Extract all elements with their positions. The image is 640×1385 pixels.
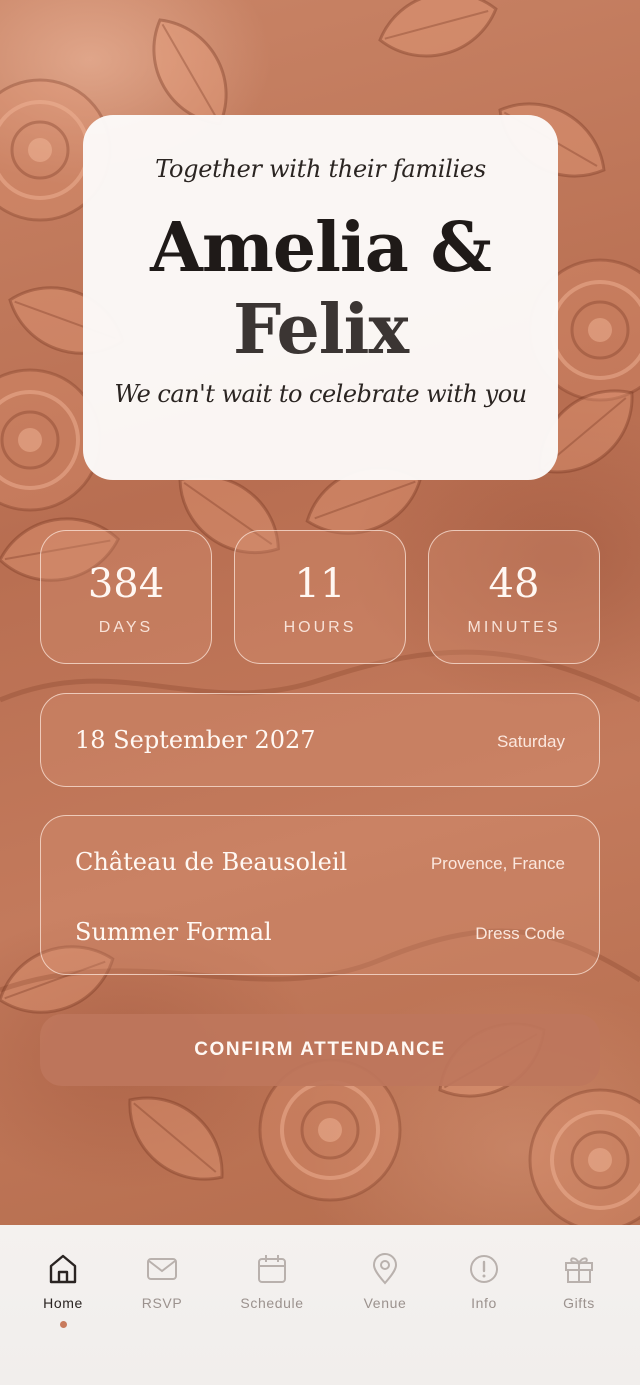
tab-venue[interactable]: Venue: [335, 1253, 435, 1311]
tab-schedule-label: Schedule: [240, 1295, 304, 1311]
calendar-icon: [258, 1255, 286, 1283]
date-card: 18 September 2027 Saturday: [40, 693, 600, 787]
tab-home-label: Home: [43, 1295, 83, 1311]
dress-code-label: Dress Code: [475, 924, 565, 943]
tab-home[interactable]: Home: [13, 1253, 113, 1328]
hero-tagline: Together with their families: [155, 155, 486, 183]
wedding-weekday: Saturday: [496, 732, 565, 751]
bottom-tab-bar: Home RSVP Schedule Venue Info Gifts: [0, 1225, 640, 1385]
countdown-days-value: 384: [87, 561, 165, 607]
tab-info[interactable]: Info: [434, 1253, 534, 1311]
venue-name: Château de Beausoleil: [75, 848, 348, 876]
couple-names: Amelia & Felix: [83, 207, 558, 371]
info-icon: [470, 1255, 498, 1283]
tab-gifts[interactable]: Gifts: [529, 1253, 629, 1311]
dress-code-value: Summer Formal: [75, 918, 272, 946]
countdown-hours-unit: HOURS: [283, 619, 357, 636]
home-icon: [49, 1254, 77, 1284]
tab-schedule[interactable]: Schedule: [222, 1253, 322, 1311]
hero-subline: We can't wait to celebrate with you: [114, 380, 527, 408]
confirm-attendance-button[interactable]: CONFIRM ATTENDANCE: [40, 1014, 600, 1086]
tab-info-label: Info: [471, 1295, 497, 1311]
map-pin-icon: [372, 1253, 398, 1285]
countdown-minutes-unit: MINUTES: [467, 619, 561, 636]
tab-rsvp[interactable]: RSVP: [112, 1253, 212, 1311]
countdown-minutes: 48 MINUTES: [428, 530, 600, 664]
tab-venue-label: Venue: [363, 1295, 407, 1311]
tab-rsvp-label: RSVP: [141, 1295, 183, 1311]
countdown-minutes-value: 48: [488, 561, 540, 607]
hero-card: Together with their families Amelia & Fe…: [83, 115, 558, 480]
countdown-days: 384 DAYS: [40, 530, 212, 664]
active-tab-indicator: [59, 1321, 67, 1328]
envelope-icon: [147, 1258, 177, 1280]
countdown-hours: 11 HOURS: [234, 530, 406, 664]
couple-name-line-2: Felix: [232, 290, 409, 370]
venue-location: Provence, France: [430, 854, 565, 873]
venue-card: Château de Beausoleil Provence, France S…: [40, 815, 600, 975]
gift-icon: [565, 1257, 593, 1283]
countdown-hours-value: 11: [294, 561, 346, 607]
countdown-days-unit: DAYS: [98, 619, 154, 636]
wedding-date: 18 September 2027: [75, 726, 316, 754]
couple-name-line-1: Amelia &: [150, 208, 492, 288]
tab-gifts-label: Gifts: [563, 1295, 595, 1311]
